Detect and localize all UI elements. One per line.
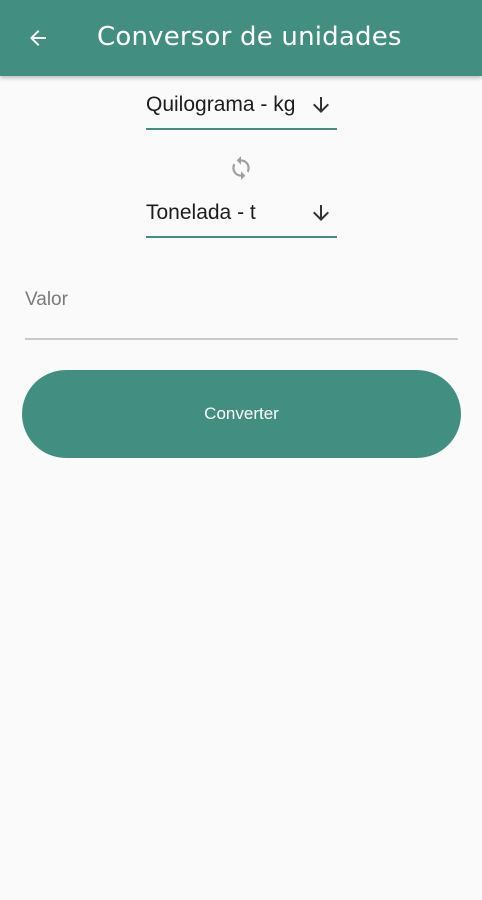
value-field	[25, 270, 458, 340]
value-input[interactable]	[25, 282, 458, 318]
to-unit-selected-value: Tonelada - t	[146, 201, 256, 224]
from-unit-select[interactable]: Quilograma - kg	[146, 88, 337, 130]
convert-button[interactable]: Converter	[22, 370, 461, 458]
page-title: Conversor de unidades	[97, 22, 402, 52]
from-unit-selected-value: Quilograma - kg	[146, 93, 296, 116]
swap-refresh-icon	[232, 156, 250, 180]
to-unit-select[interactable]: Tonelada - t	[146, 196, 337, 238]
arrow-down-icon	[313, 97, 329, 113]
arrow-left-icon	[30, 30, 46, 46]
back-button[interactable]	[18, 20, 58, 56]
swap-units-button[interactable]	[228, 155, 254, 181]
arrow-down-icon	[313, 205, 329, 221]
app-bar: Conversor de unidades	[0, 0, 482, 76]
